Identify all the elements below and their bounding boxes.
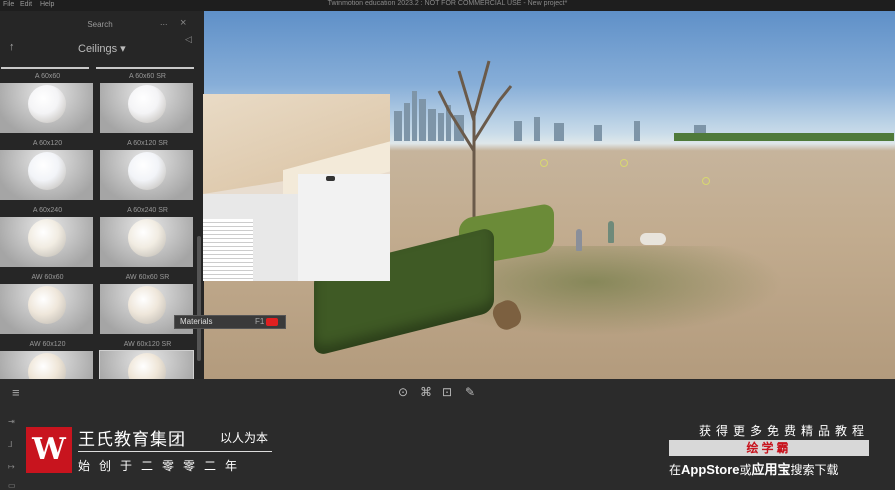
side-icon: ⅃ (8, 440, 13, 449)
divider (78, 451, 272, 452)
person-figure (608, 221, 614, 243)
material-label: AW 60x120 SR (123, 341, 172, 348)
close-icon[interactable]: × (180, 17, 186, 29)
materials-tooltip: Materials F1 (174, 315, 286, 329)
person-figure (576, 229, 582, 251)
divider (1, 67, 89, 69)
search-label[interactable]: Search (0, 20, 200, 29)
side-icon: ▭ (8, 481, 16, 490)
material-label: AW 60x60 (31, 274, 64, 281)
material-sphere (128, 152, 166, 190)
material-sphere (28, 85, 66, 123)
promo-text: 获得更多免费精品教程 (698, 424, 869, 438)
hint-text: 在 (669, 463, 682, 477)
wall-right (298, 174, 390, 281)
bottom-toolbar: ≡ ⊙ ⌘ ⊡ ✎ (0, 379, 895, 407)
material-tile[interactable]: A 60x120 (0, 138, 95, 200)
material-sphere (128, 286, 166, 324)
window-title: Twinmotion education 2023.2 : NOT FOR CO… (327, 0, 568, 7)
material-thumbnail (0, 217, 93, 267)
dead-tree (437, 60, 513, 231)
material-sphere (28, 219, 66, 257)
brand-logo: W (26, 427, 72, 473)
divider (96, 67, 194, 69)
location-pin-icon[interactable] (702, 177, 710, 185)
lasso-tool-icon[interactable]: ⊙ (398, 385, 408, 399)
material-thumbnail (100, 150, 193, 200)
animal-figure (640, 233, 666, 245)
scrollbar[interactable] (197, 236, 201, 361)
side-icon: ⇥ (8, 417, 15, 426)
material-label: AW 60x60 SR (125, 274, 170, 281)
material-sphere (128, 219, 166, 257)
material-sphere (28, 152, 66, 190)
side-icon: ↦ (8, 462, 15, 471)
ceiling-lamp (326, 176, 335, 181)
hint-text: 或 (739, 463, 752, 477)
material-thumbnail (0, 150, 93, 200)
menu-bar: File Edit Help Twinmotion education 2023… (0, 0, 895, 11)
banner-slogan: 以人为本 (220, 431, 269, 445)
material-label: A 60x120 SR (127, 140, 168, 147)
material-tile[interactable]: A 60x240 (0, 205, 95, 267)
collapse-icon[interactable]: ◁ (185, 34, 192, 45)
download-hint: 在AppStore或应用宝搜索下载 (669, 459, 839, 478)
material-tile[interactable]: AW 60x60 (0, 272, 95, 334)
category-dropdown[interactable]: Ceilings ▾ (78, 42, 126, 55)
tooltip-shortcut: F1 (255, 317, 265, 326)
menu-icon[interactable]: ≡ (12, 385, 20, 400)
app-market-text: 应用宝 (751, 462, 791, 477)
material-label: A 60x120 (32, 140, 63, 147)
youtube-icon[interactable] (266, 318, 278, 326)
location-pin-icon[interactable] (540, 159, 548, 167)
material-thumbnail (100, 217, 193, 267)
window-blinds (203, 219, 253, 281)
material-label: A 60x240 SR (127, 207, 168, 214)
material-thumbnail (0, 83, 93, 133)
banner-title: 王氏教育集团 (78, 430, 186, 449)
scatter-tool-icon[interactable]: ⌘ (420, 385, 432, 399)
app-name-badge: 绘学霸 (669, 440, 869, 456)
material-label: A 60x240 (32, 207, 63, 214)
material-label: A 60x60 (34, 73, 61, 80)
up-arrow-icon[interactable]: ↑ (9, 41, 15, 53)
more-icon[interactable]: ... (160, 17, 168, 27)
banner-subtitle: 始创于二零零二年 (78, 459, 247, 473)
app-store-text: AppStore (681, 462, 740, 477)
material-sphere (128, 85, 166, 123)
material-sphere (28, 286, 66, 324)
material-thumbnail (0, 284, 93, 334)
material-thumbnail (100, 83, 193, 133)
material-tile[interactable]: A 60x120 SR (100, 138, 195, 200)
material-tile[interactable]: A 60x240 SR (100, 205, 195, 267)
material-label: A 60x60 SR (129, 73, 166, 80)
picker-tool-icon[interactable]: ✎ (465, 385, 475, 399)
location-pin-icon[interactable] (620, 159, 628, 167)
material-tile[interactable]: A 60x60 SR (100, 71, 195, 133)
tooltip-label: Materials (180, 317, 213, 326)
material-tile[interactable]: A 60x60 (0, 71, 95, 133)
select-tool-icon[interactable]: ⊡ (442, 385, 452, 399)
material-preview (203, 94, 390, 281)
material-label: AW 60x120 (29, 341, 66, 348)
promo-banner: ⇥ ⅃ ↦ ▭ W 王氏教育集团 以人为本 始创于二零零二年 获得更多免费精品教… (0, 407, 895, 490)
hint-text: 搜索下载 (790, 463, 839, 477)
